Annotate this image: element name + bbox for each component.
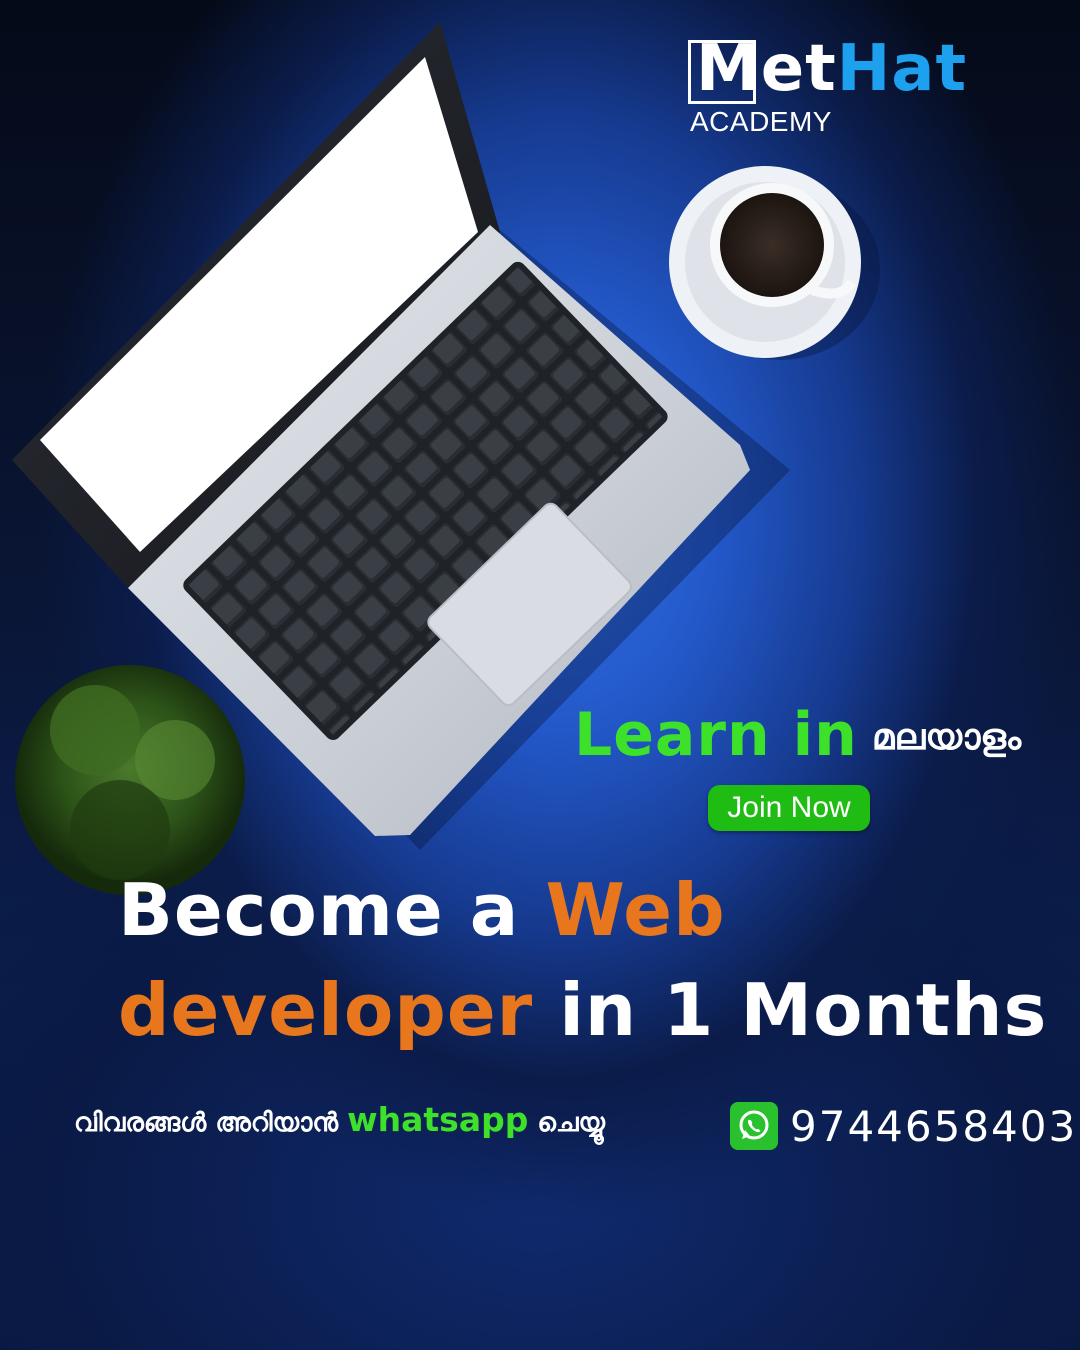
malayalam-text: മലയാളം xyxy=(871,717,1022,758)
headline: Become a Web developer in 1 Months xyxy=(118,860,1068,1060)
phone-number: 9744658403 xyxy=(790,1101,1078,1151)
coffee-cup xyxy=(669,166,880,360)
headline-web: Web xyxy=(545,868,726,952)
headline-developer: developer xyxy=(118,968,534,1052)
logo-subtitle: ACADEMY xyxy=(690,106,832,137)
logo-wordmark: MetHat xyxy=(696,32,967,106)
whatsapp-icon xyxy=(730,1102,778,1150)
headline-line-2: developer in 1 Months xyxy=(118,960,1068,1060)
headline-line-1: Become a Web xyxy=(118,868,726,952)
learn-tagline: Learn in മലയാളം xyxy=(574,700,1074,780)
logo-hat: Hat xyxy=(836,32,968,106)
contact-whatsapp-word: whatsapp xyxy=(347,1100,529,1139)
promo-poster: MetHat ACADEMY Learn in മലയാളം Join Now B… xyxy=(0,0,1080,1350)
brand-logo: MetHat ACADEMY xyxy=(688,32,988,140)
headline-duration: in 1 Months xyxy=(559,968,1048,1052)
headline-become: Become a xyxy=(118,868,520,952)
phone-contact[interactable]: 9744658403 xyxy=(730,1100,1077,1152)
contact-text-post: ചെയ്യൂ xyxy=(537,1108,605,1138)
contact-text-pre: വിവരങ്ങൾ അറിയാൻ xyxy=(74,1108,339,1138)
learn-in-text: Learn in xyxy=(574,700,858,770)
contact-instruction: വിവരങ്ങൾ അറിയാൻ whatsapp ചെയ്യൂ xyxy=(74,1100,714,1150)
logo-met: Met xyxy=(696,32,837,106)
join-now-button[interactable]: Join Now xyxy=(708,785,870,831)
